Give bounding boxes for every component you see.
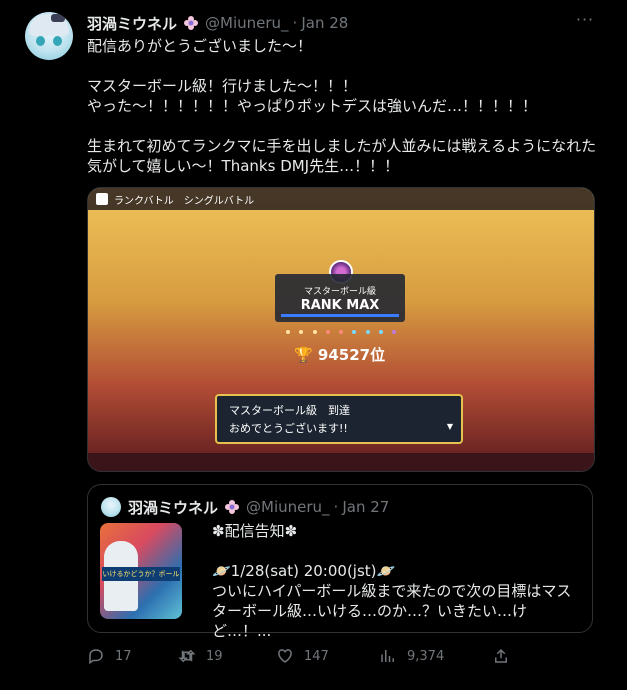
- score-value: 94527位: [317, 346, 386, 364]
- tweet-text: 配信ありがとうございました〜！ マスターボール級！行けました〜！！！ やった〜！…: [87, 37, 597, 175]
- rank-score: 🏆 94527位: [294, 346, 386, 364]
- quoted-tweet[interactable]: 羽渦ミウネル @Miuneru_ · Jan 27 いけるかどうか？ボール ✽配…: [87, 484, 593, 640]
- media-bottom-band: [88, 453, 594, 471]
- views-button[interactable]: 9,374: [379, 646, 444, 666]
- like-count: 147: [304, 648, 329, 664]
- retweet-icon: [178, 649, 196, 663]
- flower-badge-icon: [225, 500, 240, 514]
- like-button[interactable]: 147: [276, 646, 329, 666]
- tweet-actions: 17 19 147 9,374: [87, 646, 607, 666]
- tweet-media-image[interactable]: ランクバトル シングルバトル マスターボール級 RANK MAX 🏆 94527…: [87, 187, 595, 472]
- quoted-tweet-date: Jan 27: [342, 498, 390, 516]
- author-name[interactable]: 羽渦ミウネル: [87, 13, 177, 34]
- dialog-line-2: おめでとうございます!!: [229, 422, 348, 435]
- reply-icon: [89, 649, 103, 665]
- reply-button[interactable]: 17: [87, 646, 132, 666]
- share-icon: [495, 648, 507, 663]
- media-topbar-label: ランクバトル シングルバトル: [114, 195, 255, 207]
- views-icon: [381, 650, 394, 662]
- dialog-arrow-icon: ▼: [446, 422, 453, 431]
- quoted-author-avatar: [101, 497, 121, 517]
- flower-badge-icon: [184, 16, 199, 30]
- share-button[interactable]: [492, 646, 510, 666]
- quoted-author-handle: @Miuneru_: [246, 498, 330, 516]
- tweet-date[interactable]: Jan 28: [301, 14, 348, 32]
- rank-title: RANK MAX: [300, 298, 380, 313]
- views-count: 9,374: [407, 648, 445, 664]
- rank-box: マスターボール級 RANK MAX: [275, 274, 405, 322]
- quoted-tweet-thumbnail: いけるかどうか？ボール: [100, 523, 182, 619]
- quoted-tweet-text: ✽配信告知✽ 🪐1/28(sat) 20:00(jst)🪐 ついにハイパーボール…: [212, 522, 572, 640]
- retweet-count: 19: [206, 648, 223, 664]
- avatar-eye: [36, 36, 45, 46]
- thumbnail-banner: いけるかどうか？ボール: [102, 567, 180, 581]
- avatar-eye: [53, 36, 62, 46]
- avatar-bow: [51, 14, 65, 22]
- header-separator: ·: [292, 14, 298, 32]
- retweet-button[interactable]: 19: [178, 646, 223, 666]
- media-topbar: ランクバトル シングルバトル: [88, 188, 594, 210]
- more-icon[interactable]: ···: [575, 12, 595, 30]
- game-dialog: マスターボール級 到達 おめでとうございます!! ▼: [215, 394, 463, 444]
- battle-icon: [96, 193, 108, 205]
- reply-count: 17: [115, 648, 132, 664]
- quoted-header-separator: ·: [333, 498, 339, 516]
- rank-dots: [286, 330, 396, 336]
- rank-bar: [281, 314, 399, 317]
- author-avatar[interactable]: [25, 12, 73, 60]
- author-handle[interactable]: @Miuneru_: [205, 14, 289, 32]
- rank-sub: マスターボール級: [303, 287, 376, 297]
- quoted-author-name: 羽渦ミウネル: [128, 498, 219, 517]
- tweet-header: 羽渦ミウネル @Miuneru_ · Jan 28: [87, 12, 348, 34]
- dialog-line-1: マスターボール級 到達: [229, 404, 350, 417]
- quoted-tweet-header: 羽渦ミウネル @Miuneru_ · Jan 27: [128, 496, 389, 518]
- like-icon: [278, 649, 292, 663]
